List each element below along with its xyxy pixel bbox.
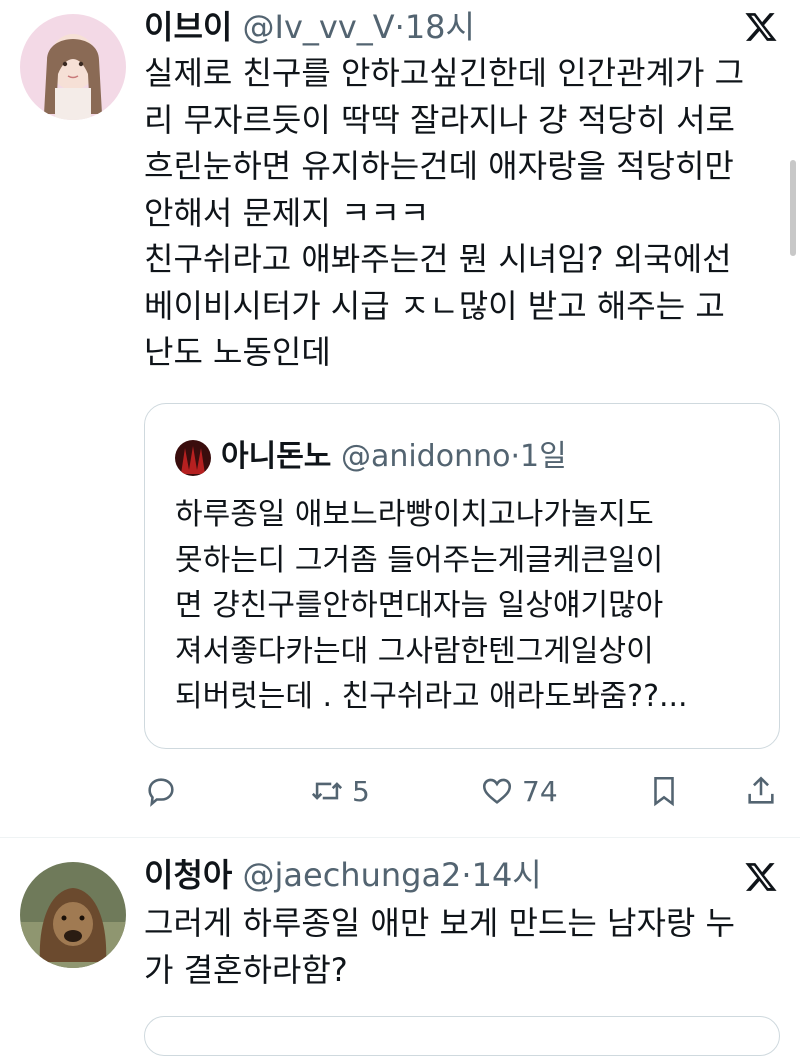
quoted-author-name: 아니돈노 (221, 439, 332, 474)
share-icon (748, 776, 774, 804)
tweet-header: 이브이 @Iv_vv_V·18시 (144, 7, 475, 47)
tweet-text: 실제로 친구를 안하고싶긴한데 인간관계가 그 리 무자르듯이 딱딱 잘라지나 … (144, 54, 745, 371)
quoted-avatar (175, 439, 211, 476)
tweet-actions: 5 74 (144, 768, 784, 814)
quoted-tweet[interactable]: 아니돈노 @anidonno·1일 하루종일 애보느라빵이치고나가놀지도 못하는… (144, 403, 780, 749)
tweet-post-1[interactable]: 이브이 @Iv_vv_V·18시 실제로 친구를 안하고싶긴한데 인간관계가 그… (0, 0, 800, 837)
author-handle[interactable]: @jaechunga2 (243, 856, 462, 894)
bookmark-icon (654, 776, 674, 807)
share-button[interactable] (744, 768, 778, 814)
retweet-count: 5 (352, 774, 370, 808)
author-name[interactable]: 이브이 (144, 8, 232, 46)
timestamp[interactable]: 18시 (405, 8, 475, 46)
author-name[interactable]: 이청아 (144, 856, 232, 894)
separator-dot: · (461, 856, 472, 894)
avatar[interactable] (20, 862, 126, 968)
quoted-timestamp: 1일 (520, 439, 567, 474)
bookmark-button[interactable] (647, 768, 681, 814)
timestamp[interactable]: 14시 (472, 856, 542, 894)
tweet-header: 이청아 @jaechunga2·14시 (144, 855, 542, 895)
tweet-text: 그러게 하루종일 애만 보게 만드는 남자랑 누 가 결혼하라함? (144, 904, 735, 989)
author-handle[interactable]: @Iv_vv_V (243, 8, 395, 46)
avatar[interactable] (20, 14, 126, 120)
reply-icon (148, 778, 174, 807)
separator-dot: · (510, 439, 521, 474)
separator-dot: · (394, 8, 405, 46)
like-button[interactable]: 74 (480, 768, 558, 814)
x-logo-icon (744, 10, 778, 44)
like-count: 74 (522, 774, 558, 808)
retweet-icon (311, 782, 343, 800)
heart-icon (482, 778, 512, 804)
reply-button[interactable] (144, 768, 178, 814)
retweet-button[interactable]: 5 (310, 768, 370, 814)
quoted-tweet-header: 아니돈노 @anidonno·1일 (175, 437, 567, 477)
tweet-post-2[interactable]: 이청아 @jaechunga2·14시 그러게 하루종일 애만 보게 만드는 남… (0, 838, 800, 1036)
scrollbar[interactable] (790, 160, 796, 256)
x-logo-icon (744, 860, 778, 894)
quoted-tweet-partial[interactable] (144, 1016, 780, 1056)
quoted-tweet-text: 하루종일 애보느라빵이치고나가놀지도 못하는디 그거좀 들어주는게글케큰일이 면… (175, 497, 688, 714)
quoted-author-handle: @anidonno (340, 439, 511, 474)
